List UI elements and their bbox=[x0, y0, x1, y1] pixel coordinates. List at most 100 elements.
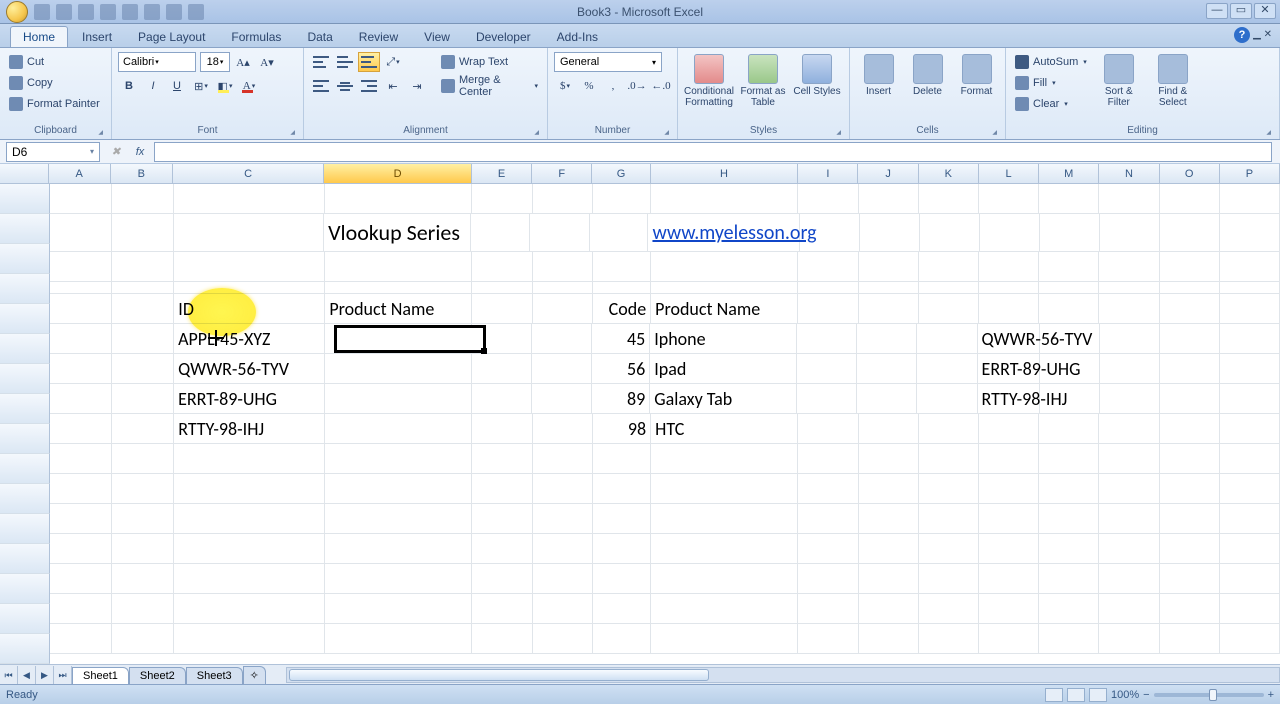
cell[interactable] bbox=[533, 282, 593, 293]
cell[interactable] bbox=[919, 294, 979, 323]
cell[interactable] bbox=[919, 414, 979, 443]
cell[interactable] bbox=[797, 324, 857, 353]
cell[interactable] bbox=[859, 564, 919, 593]
cell[interactable] bbox=[651, 594, 798, 623]
row-header[interactable] bbox=[0, 274, 50, 304]
cell[interactable] bbox=[1220, 414, 1280, 443]
cell[interactable] bbox=[917, 384, 977, 413]
cell[interactable] bbox=[533, 414, 593, 443]
font-color-button[interactable]: A bbox=[238, 76, 260, 96]
cell[interactable] bbox=[533, 184, 593, 213]
cell[interactable] bbox=[651, 184, 798, 213]
cell[interactable]: Ipad bbox=[650, 354, 797, 383]
cell[interactable] bbox=[979, 564, 1039, 593]
borders-button[interactable]: ⊞ bbox=[190, 76, 212, 96]
cell[interactable] bbox=[174, 474, 325, 503]
cell[interactable] bbox=[1099, 252, 1159, 281]
cell[interactable] bbox=[1220, 214, 1280, 251]
align-left-button[interactable] bbox=[310, 76, 332, 96]
merge-center-button[interactable]: Merge & Center bbox=[438, 76, 541, 96]
cell[interactable] bbox=[533, 624, 593, 653]
cell[interactable] bbox=[651, 252, 798, 281]
col-header[interactable]: J bbox=[858, 164, 918, 183]
font-name-combo[interactable]: Calibri bbox=[118, 52, 196, 72]
col-header[interactable]: G bbox=[592, 164, 650, 183]
cell[interactable]: Product Name bbox=[651, 294, 798, 323]
cell[interactable] bbox=[1160, 504, 1220, 533]
cell[interactable] bbox=[325, 384, 472, 413]
col-header[interactable]: H bbox=[651, 164, 799, 183]
cell[interactable] bbox=[979, 594, 1039, 623]
cell[interactable] bbox=[50, 324, 112, 353]
minimize-button[interactable]: — bbox=[1206, 3, 1228, 19]
row-header[interactable] bbox=[0, 544, 50, 574]
cell[interactable] bbox=[590, 214, 648, 251]
cell[interactable] bbox=[472, 384, 532, 413]
col-header[interactable]: L bbox=[979, 164, 1039, 183]
cell[interactable] bbox=[50, 594, 112, 623]
cell[interactable] bbox=[1099, 534, 1159, 563]
cell[interactable] bbox=[1099, 294, 1159, 323]
cell[interactable] bbox=[1040, 354, 1100, 383]
cell[interactable] bbox=[919, 282, 979, 293]
cell[interactable] bbox=[1220, 282, 1280, 293]
cell[interactable] bbox=[919, 504, 979, 533]
cell[interactable] bbox=[325, 252, 472, 281]
cell[interactable] bbox=[50, 414, 112, 443]
row-header[interactable] bbox=[0, 424, 50, 454]
cell[interactable] bbox=[1160, 184, 1220, 213]
fill-color-button[interactable]: ◧ bbox=[214, 76, 236, 96]
cell[interactable] bbox=[798, 504, 858, 533]
cell[interactable] bbox=[798, 474, 858, 503]
cell[interactable] bbox=[857, 324, 917, 353]
tab-addins[interactable]: Add-Ins bbox=[545, 27, 610, 47]
sheet-nav-first[interactable]: ⏮ bbox=[0, 666, 18, 684]
row-header[interactable] bbox=[0, 394, 50, 424]
tab-data[interactable]: Data bbox=[295, 27, 344, 47]
cell[interactable] bbox=[1099, 564, 1159, 593]
cell[interactable] bbox=[920, 214, 980, 251]
col-header[interactable]: A bbox=[49, 164, 111, 183]
maximize-button[interactable]: ▭ bbox=[1230, 3, 1252, 19]
cell[interactable] bbox=[1220, 624, 1280, 653]
cell[interactable] bbox=[919, 624, 979, 653]
cell[interactable] bbox=[50, 354, 112, 383]
cell[interactable] bbox=[1220, 504, 1280, 533]
cell[interactable]: 56 bbox=[592, 354, 650, 383]
cell[interactable] bbox=[174, 282, 325, 293]
minimize-ribbon-icon[interactable]: ▁ ✕ bbox=[1253, 29, 1272, 40]
cell[interactable] bbox=[1220, 474, 1280, 503]
cell[interactable] bbox=[50, 294, 112, 323]
cell[interactable] bbox=[798, 282, 858, 293]
col-header[interactable]: P bbox=[1220, 164, 1280, 183]
tab-developer[interactable]: Developer bbox=[464, 27, 543, 47]
cell[interactable]: 98 bbox=[593, 414, 651, 443]
cell[interactable] bbox=[593, 252, 651, 281]
insert-cells-button[interactable]: Insert bbox=[856, 52, 901, 97]
cell[interactable] bbox=[857, 384, 917, 413]
cell[interactable] bbox=[979, 474, 1039, 503]
underline-button[interactable]: U bbox=[166, 76, 188, 96]
cell[interactable]: Product Name bbox=[325, 294, 472, 323]
cell[interactable] bbox=[112, 214, 174, 251]
cell[interactable] bbox=[112, 504, 174, 533]
format-as-table-button[interactable]: Format as Table bbox=[738, 52, 788, 108]
cell[interactable] bbox=[472, 474, 532, 503]
cell[interactable] bbox=[651, 504, 798, 533]
cell[interactable] bbox=[472, 504, 532, 533]
cell[interactable] bbox=[472, 294, 532, 323]
orientation-button[interactable]: ⤢ bbox=[382, 52, 404, 72]
cell[interactable] bbox=[1160, 624, 1220, 653]
cell[interactable] bbox=[112, 594, 174, 623]
cell[interactable] bbox=[1160, 354, 1220, 383]
cell[interactable] bbox=[1160, 384, 1220, 413]
cell[interactable] bbox=[919, 594, 979, 623]
cell[interactable] bbox=[1040, 324, 1100, 353]
cell[interactable] bbox=[1039, 444, 1099, 473]
cell[interactable] bbox=[1039, 624, 1099, 653]
copy-button[interactable]: Copy bbox=[6, 73, 103, 93]
format-painter-button[interactable]: Format Painter bbox=[6, 94, 103, 114]
cell[interactable] bbox=[979, 294, 1039, 323]
cell[interactable] bbox=[1160, 294, 1220, 323]
cell[interactable] bbox=[651, 282, 798, 293]
